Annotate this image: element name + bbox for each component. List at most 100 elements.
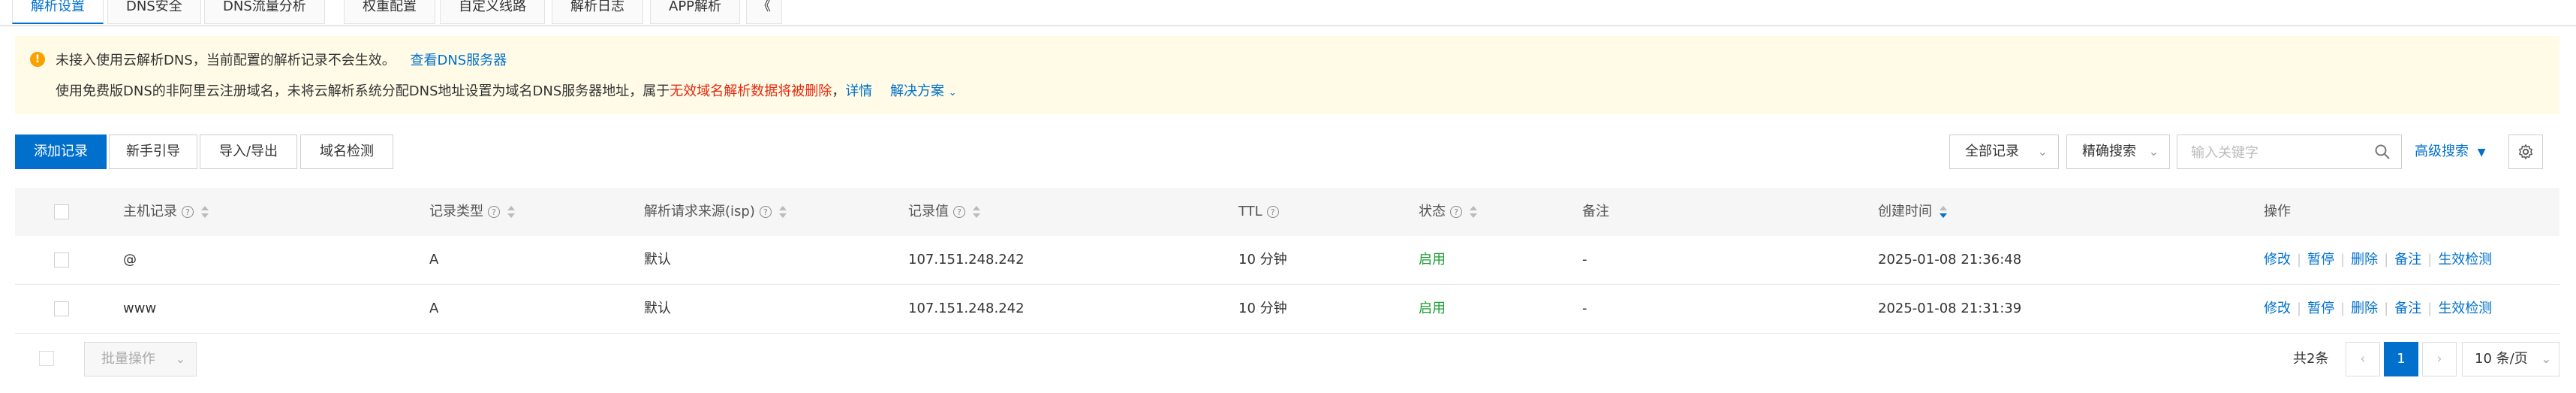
cell-source: 默认 [644,252,671,268]
cell-ttl: 10 分钟 [1238,252,1287,268]
header-ops: 操作 [2264,204,2291,219]
header-created: 创建时间 [1878,188,1947,236]
row-actions: 修改 | 暂停 | 删除 | 备注 | 生效检测 [2264,236,2492,284]
chevron-right-icon: › [2436,351,2442,367]
tab-weight-config[interactable]: 权重配置 [344,0,435,24]
total-count: 共2条 [2293,351,2329,367]
sort-icon[interactable] [973,205,980,219]
search-input[interactable] [2189,135,2373,170]
help-icon[interactable]: ? [1450,206,1462,218]
effect-check-link[interactable]: 生效检测 [2438,252,2492,268]
help-icon[interactable]: ? [182,206,194,218]
cell-value: 107.151.248.242 [908,301,1025,316]
header-ttl-label: TTL [1238,204,1262,219]
domain-check-button[interactable]: 域名检测 [300,135,393,169]
chevron-down-icon: ⌄ [175,352,185,366]
cell-type: A [429,301,439,316]
gear-icon [2519,144,2532,159]
divider: | [2340,252,2346,268]
row-checkbox[interactable] [54,301,69,316]
tab-collapse[interactable]: 《 [746,0,782,24]
help-icon[interactable]: ? [488,206,500,218]
tab-dns-security[interactable]: DNS安全 [107,0,201,24]
divider: | [2384,252,2389,268]
pause-link[interactable]: 暂停 [2307,301,2334,316]
delete-link[interactable]: 删除 [2351,301,2378,316]
batch-action-select[interactable]: 批量操作 ⌄ [84,342,197,376]
chevron-down-icon: ⌄ [2148,144,2159,159]
cell-type: A [429,252,439,268]
details-link[interactable]: 详情 [845,83,872,99]
sort-desc-icon[interactable] [1940,205,1947,219]
page-number-current[interactable]: 1 [2384,342,2418,376]
warning-notice: ! 未接入使用云解析DNS，当前配置的解析记录不会生效。 查看DNS服务器 使用… [15,36,2559,114]
cell-created: 2025-01-08 21:36:48 [1878,252,2022,268]
tab-resolve-settings[interactable]: 解析设置 [12,0,104,24]
tab-app-resolve[interactable]: APP解析 [650,0,741,24]
delete-link[interactable]: 删除 [2351,252,2378,268]
advanced-search-button[interactable]: 高级搜索 ▼ [2415,135,2486,169]
header-type: 记录类型? [429,188,515,236]
import-export-button[interactable]: 导入/导出 [200,135,297,169]
cell-remark: - [1582,301,1587,316]
help-icon[interactable]: ? [953,206,965,218]
pause-link[interactable]: 暂停 [2307,252,2334,268]
tab-dns-traffic[interactable]: DNS流量分析 [204,0,325,24]
divider: | [2297,301,2302,316]
notice-text: 未接入使用云解析DNS，当前配置的解析记录不会生效。 [56,53,396,68]
row-checkbox[interactable] [54,252,69,268]
add-record-button[interactable]: 添加记录 [15,135,107,169]
remark-link[interactable]: 备注 [2394,301,2421,316]
next-page-button[interactable]: › [2422,342,2457,376]
edit-link[interactable]: 修改 [2264,252,2291,268]
effect-check-link[interactable]: 生效检测 [2438,301,2492,316]
cell-created: 2025-01-08 21:31:39 [1878,301,2022,316]
notice-separator: ， [832,83,846,99]
divider: | [2384,301,2389,316]
sort-icon[interactable] [201,205,209,219]
notice-danger-text: 无效域名解析数据将被删除 [670,83,832,99]
warning-icon: ! [30,52,45,67]
sort-icon[interactable] [1470,205,1477,219]
sort-icon[interactable] [507,205,515,219]
footer-select-all-checkbox[interactable] [39,351,54,366]
settings-button[interactable] [2508,135,2543,169]
tab-resolve-log[interactable]: 解析日志 [552,0,643,24]
record-filter-value: 全部记录 [1965,144,2019,159]
header-remark: 备注 [1582,204,1609,219]
guide-button[interactable]: 新手引导 [109,135,197,169]
search-icon[interactable] [2374,144,2391,160]
header-source-label: 解析请求来源(isp) [644,204,755,219]
search-mode-value: 精确搜索 [2082,144,2136,159]
help-icon[interactable]: ? [759,206,772,218]
notice-line-2: 使用免费版DNS的非阿里云注册域名，未将云解析系统分配DNS地址设置为域名DNS… [56,80,957,100]
header-status-label: 状态 [1419,204,1446,219]
solution-link[interactable]: 解决方案 ⌄ [890,83,957,99]
select-all-checkbox[interactable] [54,204,69,219]
table-row: www A 默认 107.151.248.242 10 分钟 启用 - 2025… [15,285,2559,334]
search-mode-select[interactable]: 精确搜索 ⌄ [2066,135,2170,169]
advanced-search-label: 高级搜索 [2415,144,2469,159]
notice-line-1: 未接入使用云解析DNS，当前配置的解析记录不会生效。 查看DNS服务器 [56,50,507,69]
page-size-select[interactable]: 10 条/页 ⌄ [2462,342,2559,376]
view-dns-server-link[interactable]: 查看DNS服务器 [410,53,507,68]
divider: | [2340,301,2346,316]
cell-value: 107.151.248.242 [908,252,1025,268]
divider: | [2297,252,2302,268]
chevron-left-icon: ‹ [2360,351,2366,367]
page-size-value: 10 条/页 [2475,351,2528,367]
prev-page-button[interactable]: ‹ [2346,342,2380,376]
remark-link[interactable]: 备注 [2394,252,2421,268]
sort-icon[interactable] [778,205,787,219]
edit-link[interactable]: 修改 [2264,301,2291,316]
header-host-label: 主机记录 [123,204,177,219]
cell-host: @ [123,252,137,268]
help-icon[interactable]: ? [1266,206,1279,218]
tab-custom-line[interactable]: 自定义线路 [440,0,545,24]
keyword-search [2177,135,2402,170]
header-value-label: 记录值 [908,204,949,219]
record-filter-select[interactable]: 全部记录 ⌄ [1949,135,2059,169]
cell-host: www [123,301,157,316]
cell-source: 默认 [644,301,671,316]
tab-bar: 解析设置 DNS安全 DNS流量分析 权重配置 自定义线路 解析日志 APP解析… [0,0,2576,26]
